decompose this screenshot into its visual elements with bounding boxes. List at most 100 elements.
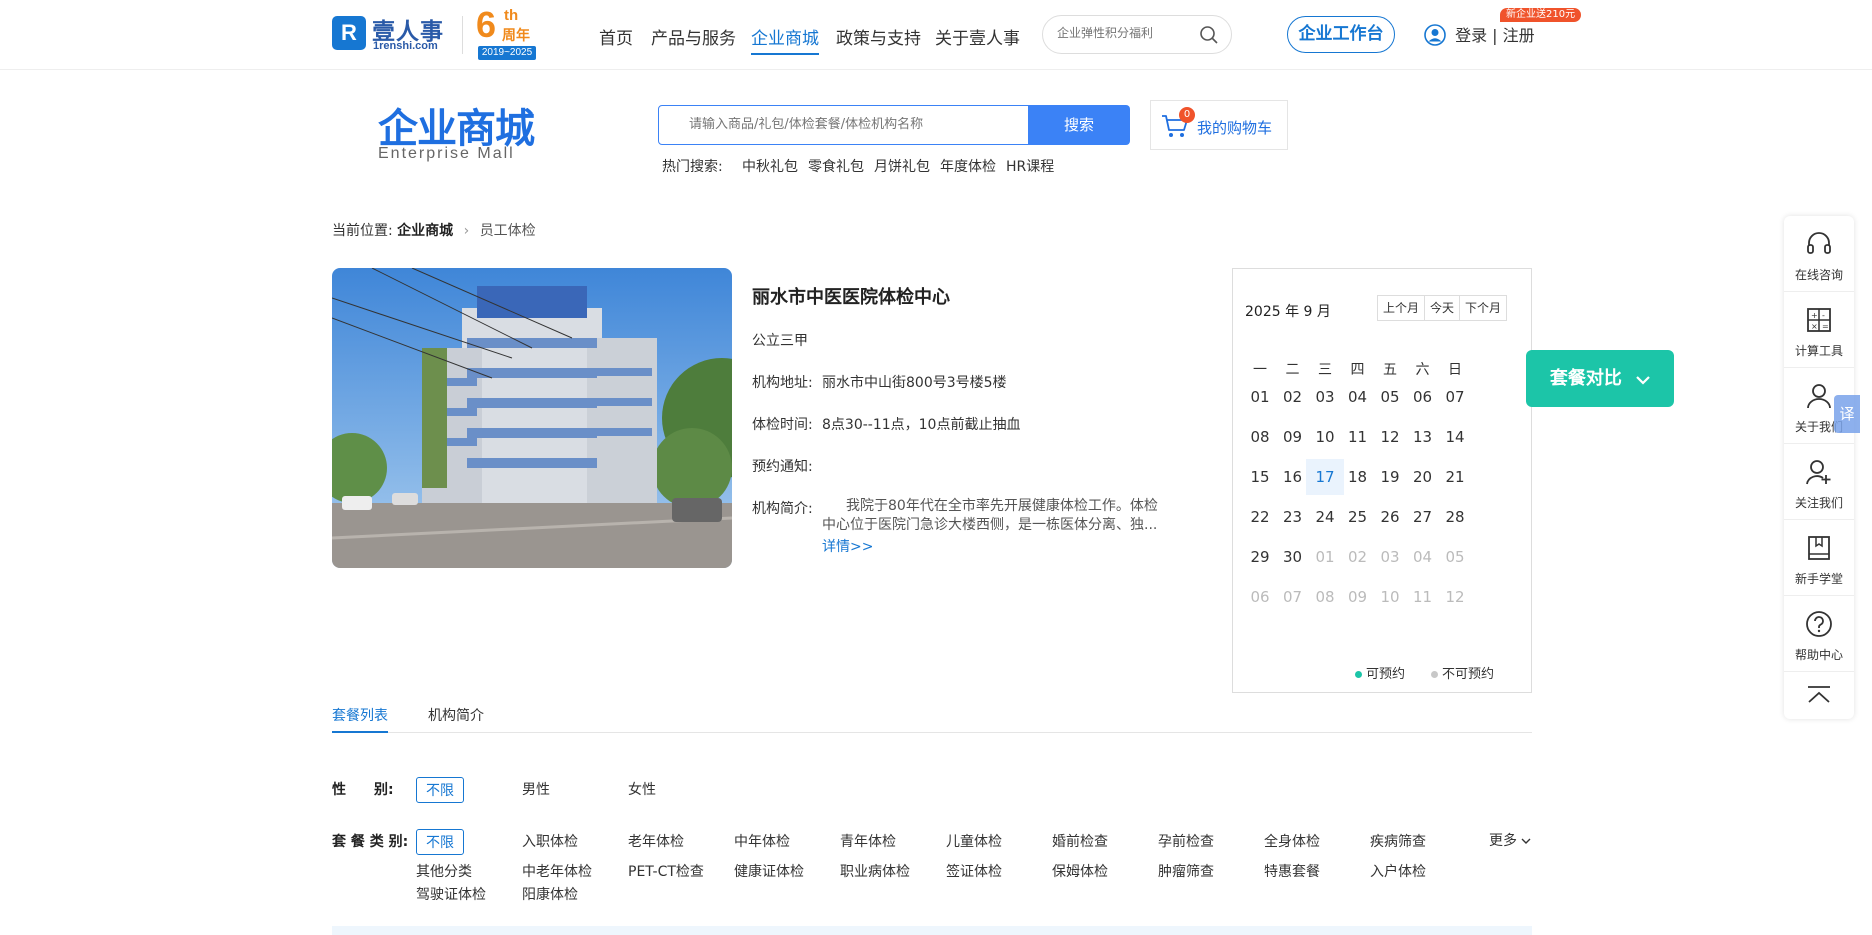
- breadcrumb-current: 员工体检: [479, 223, 536, 239]
- category-option[interactable]: 职业病体检: [840, 861, 910, 881]
- sidebar-label: 帮助中心: [1794, 648, 1843, 662]
- login-register-link[interactable]: 登录 | 注册: [1455, 26, 1535, 45]
- category-option[interactable]: 疾病筛查: [1370, 831, 1426, 851]
- search-icon[interactable]: [1199, 25, 1219, 49]
- compare-label: 套餐对比: [1549, 368, 1622, 389]
- book-icon: [1808, 536, 1830, 560]
- category-option[interactable]: PET-CT检查: [628, 861, 704, 881]
- calendar-day[interactable]: 07: [1436, 379, 1474, 415]
- category-option[interactable]: 青年体检: [840, 831, 896, 851]
- category-option[interactable]: 全身体检: [1264, 831, 1320, 851]
- category-option[interactable]: 老年体检: [628, 831, 684, 851]
- tab-package-list[interactable]: 套餐列表: [332, 705, 388, 725]
- svg-text:×: ×: [1811, 322, 1818, 331]
- calendar-day: 12: [1445, 588, 1465, 606]
- booking-calendar: 2025 年 9 月 上个月 今天 下个月 一二三四五六日 01 02 03 04 05 0…: [1232, 268, 1532, 693]
- nav-products[interactable]: 产品与服务: [651, 24, 736, 49]
- calendar-day: 05: [1445, 548, 1465, 566]
- category-option[interactable]: 特惠套餐: [1264, 861, 1320, 881]
- category-option[interactable]: 驾驶证体检: [416, 884, 486, 904]
- sidebar-online-consult[interactable]: 在线咨询: [1784, 216, 1854, 292]
- svg-text:-: -: [1822, 311, 1825, 320]
- intro-detail-link[interactable]: 详情>>: [822, 536, 873, 556]
- institution-photo: [332, 268, 732, 568]
- translate-button[interactable]: 译: [1834, 395, 1860, 433]
- next-month-button[interactable]: 下个月: [1460, 296, 1506, 320]
- category-option[interactable]: 签证体检: [946, 861, 1002, 881]
- address-row: 机构地址: 丽水市中山街800号3号楼5楼: [752, 372, 1007, 392]
- sidebar-label: 在线咨询: [1794, 268, 1843, 282]
- legend-unavailable: 不可预约: [1431, 663, 1494, 682]
- sidebar-help[interactable]: 帮助中心: [1784, 596, 1854, 672]
- sidebar-label: 关注我们: [1794, 496, 1843, 510]
- person-add-icon: [1806, 460, 1831, 485]
- anniversary-suffix: th: [504, 7, 519, 24]
- right-sidebar: 在线咨询 + - × = 计算工具 关于我们 关注我们 新手学堂 帮助中心: [1784, 216, 1854, 719]
- hours-row: 体检时间: 8点30--11点，10点前截止抽血: [752, 414, 1020, 434]
- mall-search-input[interactable]: [689, 117, 1009, 132]
- gender-option[interactable]: 女性: [628, 779, 656, 799]
- unavailable-dot: [1431, 671, 1438, 678]
- category-option[interactable]: 孕前检查: [1158, 831, 1214, 851]
- category-option[interactable]: 保姆体检: [1052, 861, 1108, 881]
- address-label: 机构地址:: [752, 375, 813, 391]
- cart-button[interactable]: 0 我的购物车: [1150, 100, 1288, 150]
- calculator-icon: + -× =: [1807, 308, 1831, 332]
- nav-home[interactable]: 首页: [599, 24, 633, 49]
- category-option[interactable]: 健康证体检: [734, 861, 804, 881]
- category-option[interactable]: 入户体检: [1370, 861, 1426, 881]
- breadcrumb-label: 当前位置:: [332, 223, 393, 239]
- hot-term[interactable]: 年度体检: [940, 156, 996, 176]
- nav-mall[interactable]: 企业商城: [751, 24, 819, 55]
- category-option[interactable]: 不限: [416, 829, 464, 855]
- sidebar-tutorial[interactable]: 新手学堂: [1784, 520, 1854, 596]
- nav-about[interactable]: 关于壹人事: [935, 24, 1020, 49]
- category-option[interactable]: 中年体检: [734, 831, 790, 851]
- breadcrumb-mall[interactable]: 企业商城: [397, 223, 453, 239]
- sidebar-follow[interactable]: 关注我们: [1784, 444, 1854, 520]
- category-option[interactable]: 其他分类: [416, 861, 472, 881]
- hot-term[interactable]: HR课程: [1006, 156, 1054, 176]
- top-header: R 壹人事 1renshi.com 6 th 周年 2019~2025 首页 产…: [0, 0, 1872, 70]
- package-compare-button[interactable]: 套餐对比: [1526, 350, 1674, 407]
- gender-option[interactable]: 不限: [416, 777, 464, 803]
- more-categories-button[interactable]: 更多: [1489, 830, 1531, 850]
- login-area[interactable]: 登录 | 注册: [1424, 22, 1535, 50]
- gender-filter-label: 性 别:: [332, 782, 394, 798]
- category-option[interactable]: 中老年体检: [522, 861, 592, 881]
- category-option[interactable]: 儿童体检: [946, 831, 1002, 851]
- calendar-title: 2025 年 9 月: [1245, 304, 1331, 320]
- intro-value: 我院于80年代在全市率先开展健康体检工作。体检中心位于医院门急诊大楼西侧，是一栋…: [822, 498, 1158, 533]
- gender-option[interactable]: 男性: [522, 779, 550, 799]
- svg-text:+: +: [1811, 311, 1818, 320]
- logo-domain: 1renshi.com: [373, 40, 438, 52]
- category-option[interactable]: 阳康体检: [522, 884, 578, 904]
- logo-icon[interactable]: R: [332, 16, 366, 50]
- category-option[interactable]: 婚前检查: [1052, 831, 1108, 851]
- institution-grade: 公立三甲: [752, 333, 808, 349]
- package-list-area: [332, 926, 1532, 935]
- hot-term[interactable]: 月饼礼包: [874, 156, 930, 176]
- top-search-box: [1042, 15, 1232, 54]
- top-search-input[interactable]: [1057, 26, 1187, 40]
- calendar-day[interactable]: 14: [1436, 419, 1474, 455]
- tab-institution-intro[interactable]: 机构简介: [428, 705, 484, 725]
- workbench-button[interactable]: 企业工作台: [1287, 16, 1395, 53]
- prev-month-button[interactable]: 上个月: [1378, 296, 1426, 320]
- today-button[interactable]: 今天: [1425, 296, 1461, 320]
- sidebar-calculator[interactable]: + - × = 计算工具: [1784, 292, 1854, 368]
- category-option[interactable]: 入职体检: [522, 831, 578, 851]
- hot-term[interactable]: 中秋礼包: [742, 156, 798, 176]
- nav-policy[interactable]: 政策与支持: [836, 24, 921, 49]
- calendar-day[interactable]: 21: [1436, 459, 1474, 495]
- weekday-header: 日: [1448, 362, 1462, 378]
- mall-search-button[interactable]: 搜索: [1028, 105, 1130, 145]
- back-to-top-button[interactable]: [1784, 672, 1854, 719]
- hot-term[interactable]: 零食礼包: [808, 156, 864, 176]
- person-icon: [1807, 384, 1831, 409]
- category-option[interactable]: 肿瘤筛查: [1158, 861, 1214, 881]
- back-to-top-icon: [1808, 686, 1830, 703]
- calendar-day[interactable]: 28: [1436, 499, 1474, 535]
- hot-search-label: 热门搜索:: [662, 159, 723, 175]
- notice-row: 预约通知:: [752, 456, 813, 476]
